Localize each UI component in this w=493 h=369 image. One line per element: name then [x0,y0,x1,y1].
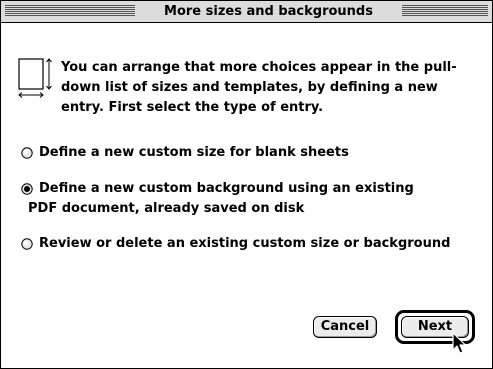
option-custom-size-label: Define a new custom size for blank sheet… [39,145,349,160]
title-bar-stripes-right [398,5,488,17]
arrow-cursor-icon [452,332,467,354]
window-title: More sizes and backgrounds [135,1,402,22]
radio-unselected-icon[interactable] [21,147,33,159]
cancel-button[interactable]: Cancel [313,316,377,338]
option-review-delete-label: Review or delete an existing custom size… [39,236,451,251]
option-custom-background-label: Define a new custom background using an … [39,181,414,196]
title-bar[interactable]: More sizes and backgrounds [1,1,492,23]
dialog-window: More sizes and backgrounds You can arran… [0,0,493,369]
title-bar-stripes-left [5,5,135,17]
radio-selected-icon[interactable] [21,183,33,195]
option-custom-size[interactable]: Define a new custom size for blank sheet… [21,143,489,163]
radio-unselected-icon[interactable] [21,238,33,250]
option-custom-background-label-line2: PDF document, already saved on disk [28,201,305,216]
page-size-icon [18,58,52,98]
option-review-delete[interactable]: Review or delete an existing custom size… [21,234,489,254]
intro-text: You can arrange that more choices appear… [61,60,457,115]
option-custom-background[interactable]: Define a new custom background using an … [21,179,489,219]
